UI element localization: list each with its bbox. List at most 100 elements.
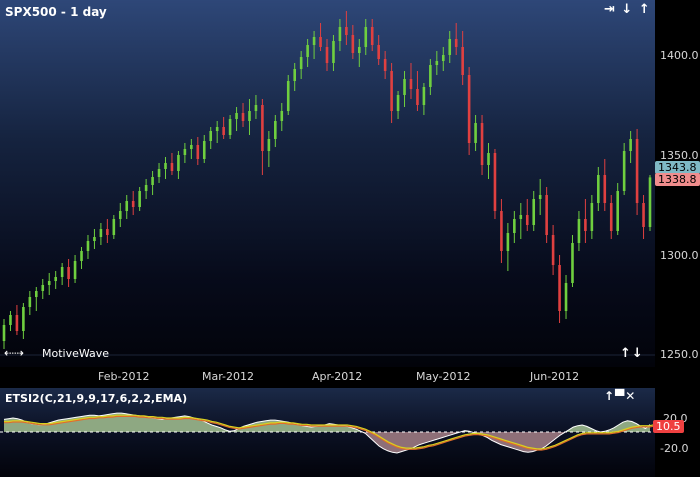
- candle-body: [9, 315, 12, 325]
- candle-body: [629, 139, 632, 151]
- candle-body: [54, 277, 57, 281]
- candle-body: [306, 45, 309, 57]
- candle-body: [506, 233, 510, 251]
- candle-body: [151, 177, 154, 185]
- candle-body: [364, 27, 368, 47]
- candle-body: [564, 283, 568, 311]
- candle-body: [312, 37, 316, 45]
- price-chart-panel[interactable]: SPX500 - 1 day ⇥ ↓ ↑ ⇠⇢ MotiveWave ↑↓: [0, 0, 655, 367]
- candle-body: [157, 169, 161, 177]
- candle-body: [15, 315, 19, 331]
- candle-body: [274, 121, 277, 139]
- candle-body: [558, 265, 561, 311]
- candle-body: [422, 87, 426, 105]
- candle-body: [286, 81, 290, 111]
- indicator-title: ETSI2(C,21,9,9,17,6,2,2,EMA): [5, 392, 188, 405]
- candle-body: [616, 191, 619, 231]
- candle-body: [609, 203, 613, 231]
- candle-body: [248, 111, 251, 121]
- candle-body: [370, 27, 374, 45]
- candle-body: [293, 69, 296, 81]
- candle-body: [215, 127, 219, 131]
- candle-body: [35, 291, 38, 297]
- candle-body: [480, 123, 484, 165]
- price-axis[interactable]: 1400.0 1350.0 1300.0 1250.0 1343.8 1338.…: [655, 0, 700, 367]
- candle-body: [435, 61, 439, 65]
- candle-body: [403, 79, 406, 95]
- candle-body: [551, 235, 555, 265]
- candle-body: [358, 47, 361, 53]
- candle-body: [299, 57, 303, 69]
- candle-body: [332, 41, 335, 63]
- candle-body: [429, 65, 432, 87]
- candle-body: [112, 219, 116, 235]
- candle-body: [396, 95, 400, 111]
- candle-body: [577, 219, 581, 243]
- candle-body: [409, 79, 413, 89]
- candle-body: [474, 123, 477, 143]
- candle-body: [525, 215, 529, 225]
- candle-body: [144, 185, 148, 191]
- candle-body: [73, 261, 77, 279]
- candle-body: [584, 219, 587, 231]
- candle-body: [500, 211, 503, 251]
- candle-body: [571, 243, 574, 283]
- candle-body: [513, 219, 516, 233]
- candle-body: [487, 153, 490, 165]
- x-tick: Feb-2012: [98, 370, 150, 383]
- candle-body: [532, 199, 536, 225]
- candle-body: [383, 59, 387, 71]
- candle-body: [267, 139, 271, 151]
- y-tick: 1250.0: [660, 348, 699, 361]
- candle-body: [106, 229, 109, 235]
- candle-body: [177, 155, 180, 171]
- candle-body: [99, 229, 103, 237]
- candle-body: [635, 139, 639, 203]
- candle-body: [183, 149, 187, 155]
- candle-body: [493, 153, 497, 211]
- ind-y-tick: -20.0: [660, 442, 689, 455]
- price-chart-canvas[interactable]: [0, 0, 655, 367]
- candle-body: [41, 285, 45, 291]
- candle-body: [241, 113, 245, 121]
- scroll-arrows-icon[interactable]: ⇠⇢: [4, 346, 24, 360]
- candle-body: [125, 201, 129, 211]
- candle-body: [190, 145, 193, 149]
- candle-body: [467, 75, 471, 143]
- zoom-arrows-icon[interactable]: ↑↓: [620, 346, 644, 361]
- candle-body: [461, 47, 464, 75]
- candle-body: [545, 195, 548, 235]
- candle-body: [648, 177, 652, 227]
- candle-body: [280, 111, 284, 121]
- candle-body: [2, 325, 6, 341]
- date-axis[interactable]: Feb-2012 Mar-2012 Apr-2012 May-2012 Jun-…: [0, 367, 700, 386]
- x-tick: Jun-2012: [530, 370, 580, 383]
- candle-body: [22, 307, 25, 331]
- indicator-value-badge: 10.5: [653, 420, 684, 433]
- candle-body: [196, 145, 200, 159]
- x-tick: Apr-2012: [312, 370, 363, 383]
- x-tick: Mar-2012: [202, 370, 255, 383]
- candle-body: [441, 55, 445, 61]
- candle-body: [603, 175, 607, 203]
- candle-body: [261, 105, 264, 151]
- candle-body: [60, 267, 64, 277]
- candle-body: [377, 45, 380, 59]
- indicator-panel[interactable]: ETSI2(C,21,9,9,17,6,2,2,EMA) ↑▀✕: [0, 388, 655, 477]
- candle-body: [222, 127, 225, 135]
- candle-body: [228, 119, 232, 135]
- indicator-controls-icon[interactable]: ↑▀✕: [604, 389, 636, 403]
- candle-body: [416, 89, 419, 105]
- panel-controls[interactable]: ⇥ ↓ ↑: [604, 2, 651, 17]
- candle-body: [345, 27, 348, 35]
- candle-body: [325, 47, 329, 63]
- candle-body: [170, 163, 174, 171]
- candle-body: [28, 297, 32, 307]
- candle-body: [118, 211, 122, 219]
- candle-body: [80, 251, 83, 261]
- indicator-axis[interactable]: 20.0 -20.0 10.5: [653, 388, 700, 477]
- y-tick: 1300.0: [660, 249, 699, 262]
- candle-body: [454, 39, 458, 47]
- candle-body: [67, 267, 70, 279]
- candle-body: [597, 175, 600, 203]
